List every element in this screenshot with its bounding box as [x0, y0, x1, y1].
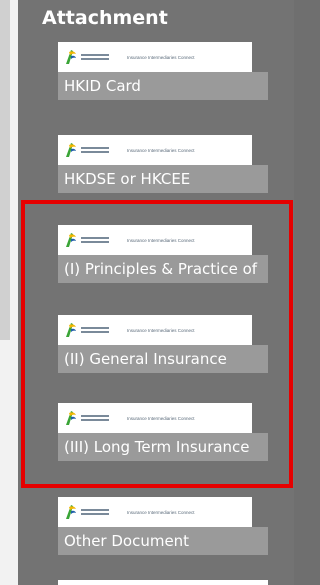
ia-logo-icon	[66, 143, 76, 157]
banner-text: Insurance Intermediaries Connect	[127, 327, 195, 333]
ia-logo-icon	[66, 505, 76, 519]
banner-text: Insurance Intermediaries Connect	[127, 54, 195, 60]
attachment-label[interactable]: Other Document	[58, 527, 268, 555]
attachment-thumbnail[interactable]: Insurance Intermediaries Connect	[58, 135, 252, 165]
attachment-label[interactable]: (II) General Insurance	[58, 345, 268, 373]
logo-wordmark	[81, 237, 109, 243]
ia-logo-icon	[66, 411, 76, 425]
logo-wordmark	[81, 509, 109, 515]
attachment-item-principles[interactable]: Insurance Intermediaries Connect (I) Pri…	[58, 225, 268, 283]
attachment-item-long-term-insurance[interactable]: Insurance Intermediaries Connect (III) L…	[58, 403, 268, 461]
banner-text: Insurance Intermediaries Connect	[127, 147, 195, 153]
attachment-item-hkid[interactable]: Insurance Intermediaries Connect HKID Ca…	[58, 42, 268, 100]
attachment-label[interactable]: (III) Long Term Insurance	[58, 433, 268, 461]
ia-logo-icon	[66, 50, 76, 64]
scrollbar[interactable]	[0, 0, 10, 340]
attachment-thumbnail[interactable]: Insurance Intermediaries Connect	[58, 403, 252, 433]
attachment-item-other-document[interactable]: Insurance Intermediaries Connect Other D…	[58, 497, 268, 555]
attachment-thumbnail[interactable]: Insurance Intermediaries Connect	[58, 497, 252, 527]
next-item-edge	[58, 580, 268, 585]
attachment-label[interactable]: HKID Card	[58, 72, 268, 100]
logo-wordmark	[81, 54, 109, 60]
attachment-item-hkdse[interactable]: Insurance Intermediaries Connect HKDSE o…	[58, 135, 268, 193]
banner-text: Insurance Intermediaries Connect	[127, 509, 195, 515]
attachment-thumbnail[interactable]: Insurance Intermediaries Connect	[58, 315, 252, 345]
banner-text: Insurance Intermediaries Connect	[127, 237, 195, 243]
section-title: Attachment	[42, 7, 168, 29]
logo-wordmark	[81, 415, 109, 421]
attachment-label[interactable]: (I) Principles & Practice of	[58, 255, 268, 283]
attachment-thumbnail[interactable]: Insurance Intermediaries Connect	[58, 42, 252, 72]
ia-logo-icon	[66, 323, 76, 337]
banner-text: Insurance Intermediaries Connect	[127, 415, 195, 421]
attachment-thumbnail[interactable]: Insurance Intermediaries Connect	[58, 225, 252, 255]
left-scroll-area	[0, 0, 18, 585]
attachment-item-general-insurance[interactable]: Insurance Intermediaries Connect (II) Ge…	[58, 315, 268, 373]
logo-wordmark	[81, 147, 109, 153]
logo-wordmark	[81, 327, 109, 333]
attachment-label[interactable]: HKDSE or HKCEE	[58, 165, 268, 193]
ia-logo-icon	[66, 233, 76, 247]
